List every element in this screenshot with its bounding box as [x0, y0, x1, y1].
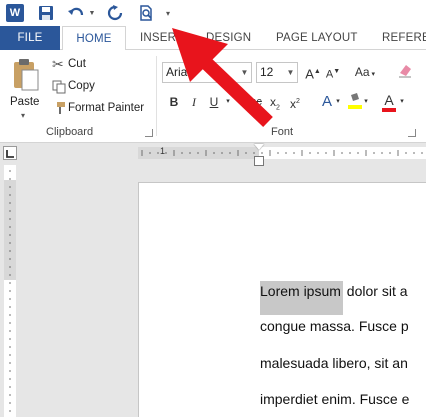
document-page[interactable]: Lorem ipsum dolor sit a congue massa. Fu…: [138, 182, 426, 417]
save-icon[interactable]: [36, 3, 56, 23]
cut-label: Cut: [68, 58, 86, 70]
vertical-ruler[interactable]: [4, 165, 16, 417]
strikethrough-button[interactable]: abc: [240, 92, 266, 112]
italic-button[interactable]: I: [185, 92, 203, 112]
underline-button[interactable]: U: [205, 92, 223, 112]
text-run: malesuada libero, sit an: [260, 355, 408, 371]
format-painter-icon: [52, 101, 66, 120]
group-separator: [156, 56, 157, 136]
document-line-1[interactable]: Lorem ipsum dolor sit a: [260, 281, 408, 315]
font-color-dropdown-icon[interactable]: ▾: [398, 92, 406, 112]
scissors-icon: ✂: [52, 56, 64, 72]
tab-selector-icon[interactable]: [3, 146, 17, 160]
tab-insert[interactable]: INSERT: [140, 26, 183, 50]
customize-qat-icon[interactable]: ▾: [162, 3, 174, 23]
text-run: imperdiet enim. Fusce e: [260, 391, 410, 407]
hanging-indent-marker[interactable]: [254, 156, 264, 166]
copy-icon: [52, 80, 66, 99]
font-name-value: Aria: [166, 65, 188, 79]
paste-label: Paste: [10, 96, 40, 108]
undo-icon[interactable]: [66, 3, 86, 23]
copy-label: Copy: [68, 80, 95, 92]
selected-text[interactable]: Lorem ipsum: [260, 281, 343, 315]
paste-dropdown-icon: ▾: [21, 111, 26, 120]
quick-access-toolbar: W ▼ ▾: [0, 0, 426, 26]
format-painter-label: Format Painter: [68, 102, 145, 114]
change-case-button[interactable]: Aa ▾: [352, 62, 378, 82]
superscript-button[interactable]: x2: [286, 92, 304, 112]
shrink-font-button[interactable]: A▼: [324, 62, 342, 82]
text-run: dolor sit a: [342, 283, 408, 299]
eraser-icon: [399, 65, 411, 78]
font-color-swatch: [382, 108, 396, 112]
tab-home[interactable]: HOME: [62, 26, 126, 51]
horizontal-ruler[interactable]: 1: [138, 144, 426, 166]
ruler-number: 1: [160, 146, 166, 156]
undo-dropdown-icon[interactable]: ▼: [88, 3, 96, 23]
copy-button[interactable]: Copy: [50, 78, 100, 96]
subscript-button[interactable]: x2: [266, 92, 284, 112]
font-name-dropdown-icon: ▼: [240, 68, 249, 77]
redo-icon[interactable]: [105, 3, 125, 23]
ruler-ticks: [141, 150, 423, 156]
vertical-ruler-ticks: [9, 170, 11, 412]
text-run: congue massa. Fusce p: [260, 318, 409, 334]
clear-formatting-button[interactable]: [396, 62, 414, 82]
document-line-3[interactable]: malesuada libero, sit an: [260, 355, 408, 371]
highlighter-icon: [348, 93, 362, 109]
word-logo[interactable]: W: [6, 4, 24, 22]
document-line-4[interactable]: imperdiet enim. Fusce e: [260, 391, 409, 407]
first-line-indent-marker[interactable]: [254, 144, 264, 150]
font-size-dropdown-icon: ▼: [286, 68, 295, 77]
font-color-letter: A: [384, 92, 394, 108]
tab-page-layout[interactable]: PAGE LAYOUT: [276, 26, 358, 50]
tab-file[interactable]: FILE: [0, 26, 60, 50]
paste-icon: [12, 58, 40, 97]
cut-button[interactable]: ✂ Cut: [50, 56, 94, 74]
clipboard-group-label: Clipboard: [46, 126, 94, 138]
font-color-button[interactable]: A: [380, 90, 398, 112]
underline-dropdown-icon[interactable]: ▾: [223, 92, 233, 112]
font-group-label: Font: [271, 126, 294, 138]
ruler-band: 1: [0, 143, 426, 166]
font-launcher-icon[interactable]: [408, 129, 416, 137]
grow-font-button[interactable]: A▲: [304, 62, 322, 82]
bold-button[interactable]: B: [165, 92, 183, 112]
highlight-dropdown-icon[interactable]: ▾: [362, 92, 370, 112]
font-size-combo[interactable]: 12 ▼: [256, 62, 298, 83]
paste-button[interactable]: Paste ▾: [8, 56, 44, 122]
ribbon-home: Paste ▾ ✂ Cut Copy Format Painter Clipbo…: [0, 50, 426, 143]
print-preview-icon[interactable]: [136, 3, 156, 23]
text-effects-dropdown-icon[interactable]: ▾: [334, 92, 342, 112]
document-line-2[interactable]: congue massa. Fusce p: [260, 318, 409, 334]
ribbon-tabs: FILE HOME INSERT DESIGN PAGE LAYOUT REFE…: [0, 26, 426, 51]
font-size-value: 12: [260, 65, 274, 79]
clipboard-launcher-icon[interactable]: [145, 129, 153, 137]
font-name-combo[interactable]: Aria ▼: [162, 62, 252, 83]
word-window: W ▼ ▾ FILE HOME INSERT DESIGN PAGE LAYOU…: [0, 0, 426, 417]
tab-references[interactable]: REFEREN: [382, 26, 426, 50]
tab-design[interactable]: DESIGN: [206, 26, 251, 50]
format-painter-button[interactable]: Format Painter: [50, 100, 150, 118]
